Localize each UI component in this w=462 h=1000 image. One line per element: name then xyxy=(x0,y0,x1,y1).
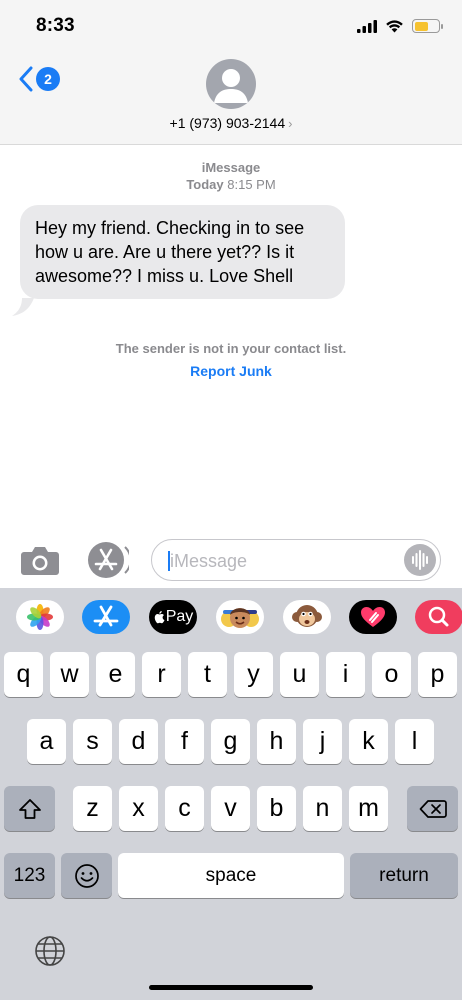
imessage-app-strip: Pay xyxy=(0,588,462,645)
photos-app-icon[interactable] xyxy=(16,600,64,634)
status-time: 8:33 xyxy=(36,15,75,36)
shift-icon xyxy=(18,798,41,819)
status-bar: 8:33 xyxy=(0,0,462,52)
key-q[interactable]: q xyxy=(4,652,43,697)
backspace-icon xyxy=(419,799,447,818)
key-j[interactable]: j xyxy=(303,719,342,764)
home-indicator xyxy=(149,985,313,990)
key-v[interactable]: v xyxy=(211,786,250,831)
battery-icon xyxy=(412,19,443,33)
key-u[interactable]: u xyxy=(280,652,319,697)
animoji-icon[interactable] xyxy=(283,600,331,634)
key-b[interactable]: b xyxy=(257,786,296,831)
conversation-header: 2 +1 (973) 903-2144 › xyxy=(0,52,462,145)
globe-button[interactable] xyxy=(33,934,67,968)
key-a[interactable]: a xyxy=(27,719,66,764)
key-l[interactable]: l xyxy=(395,719,434,764)
message-placeholder: iMessage xyxy=(170,551,248,571)
key-d[interactable]: d xyxy=(119,719,158,764)
digital-touch-icon[interactable] xyxy=(349,600,397,634)
key-f[interactable]: f xyxy=(165,719,204,764)
report-junk-link[interactable]: Report Junk xyxy=(0,363,462,379)
key-w[interactable]: w xyxy=(50,652,89,697)
key-y[interactable]: y xyxy=(234,652,273,697)
key-k[interactable]: k xyxy=(349,719,388,764)
key-z[interactable]: z xyxy=(73,786,112,831)
chevron-left-icon xyxy=(19,66,33,92)
key-m[interactable]: m xyxy=(349,786,388,831)
key-x[interactable]: x xyxy=(119,786,158,831)
key-n[interactable]: n xyxy=(303,786,342,831)
app-store-icon[interactable] xyxy=(82,600,130,634)
camera-button[interactable] xyxy=(20,541,60,579)
shift-key[interactable] xyxy=(4,786,55,831)
apple-pay-icon[interactable]: Pay xyxy=(149,600,197,634)
key-g[interactable]: g xyxy=(211,719,250,764)
camera-icon xyxy=(21,547,59,575)
incoming-message-bubble[interactable]: Hey my friend. Checking in to see how u … xyxy=(20,205,345,299)
key-t[interactable]: t xyxy=(188,652,227,697)
emoji-icon xyxy=(74,863,99,888)
contact-name: +1 (973) 903-2144 xyxy=(169,115,286,131)
memoji-stickers-icon[interactable] xyxy=(216,600,264,634)
key-s[interactable]: s xyxy=(73,719,112,764)
audio-message-button[interactable] xyxy=(404,544,436,576)
key-p[interactable]: p xyxy=(418,652,457,697)
waveform-icon xyxy=(412,550,428,570)
space-key[interactable]: space xyxy=(118,853,344,898)
app-store-button[interactable] xyxy=(87,541,132,579)
return-key[interactable]: return xyxy=(350,853,458,898)
unread-count-badge: 2 xyxy=(36,67,60,91)
contact-avatar[interactable] xyxy=(206,59,256,109)
keyboard: Pay q w e r t y u i o p a s d f g h j k … xyxy=(0,588,462,1000)
message-input[interactable]: iMessage xyxy=(151,539,441,581)
numbers-key[interactable]: 123 xyxy=(4,853,55,898)
app-store-icon xyxy=(88,542,132,578)
cellular-signal-icon xyxy=(357,19,377,33)
apple-pay-label: Pay xyxy=(165,608,194,625)
search-images-icon[interactable] xyxy=(415,600,462,634)
person-icon xyxy=(214,69,248,103)
key-c[interactable]: c xyxy=(165,786,204,831)
status-icons xyxy=(357,19,443,33)
globe-icon xyxy=(35,936,65,966)
message-timestamp: Today 8:15 PM xyxy=(0,177,462,192)
key-o[interactable]: o xyxy=(372,652,411,697)
chevron-right-icon: › xyxy=(288,116,293,131)
key-r[interactable]: r xyxy=(142,652,181,697)
unknown-sender-notice: The sender is not in your contact list. xyxy=(115,341,347,356)
wifi-icon xyxy=(386,20,403,33)
contact-name-button[interactable]: +1 (973) 903-2144 › xyxy=(0,115,462,131)
key-i[interactable]: i xyxy=(326,652,365,697)
delete-key[interactable] xyxy=(407,786,458,831)
apple-logo-icon xyxy=(154,611,165,624)
bubble-tail xyxy=(12,298,34,316)
service-label: iMessage xyxy=(201,160,261,175)
timestamp-time: 8:15 PM xyxy=(227,177,276,192)
timestamp-day: Today xyxy=(186,177,224,192)
back-button[interactable]: 2 xyxy=(18,66,60,92)
key-h[interactable]: h xyxy=(257,719,296,764)
emoji-key[interactable] xyxy=(61,853,112,898)
key-e[interactable]: e xyxy=(96,652,135,697)
